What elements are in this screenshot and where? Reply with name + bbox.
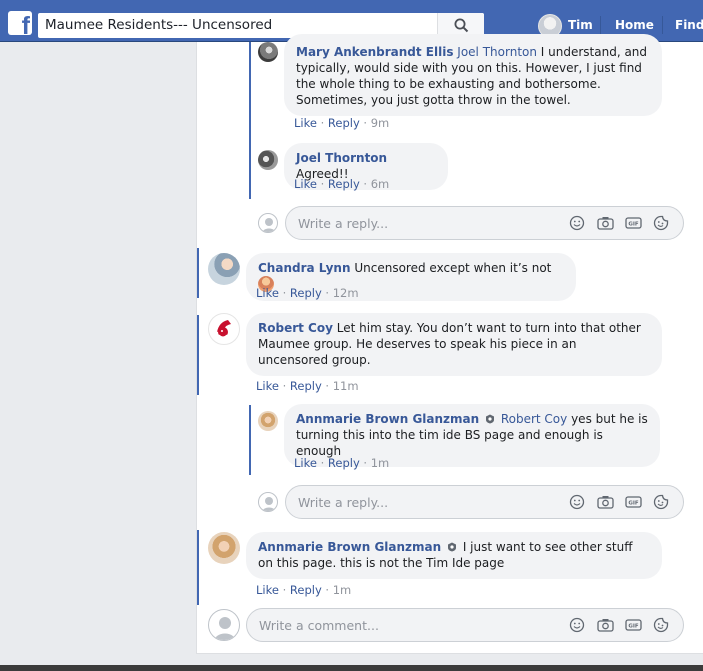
comment-bubble: Annmarie Brown Glanzman I just want to s… [246, 532, 662, 579]
sticker-icon[interactable] [653, 617, 669, 633]
search-input-value: Maumee Residents--- Uncensored [45, 17, 273, 33]
find-friends-link[interactable]: Find [675, 18, 703, 32]
comment-mention[interactable]: Joel Thornton [457, 45, 537, 59]
comment-author[interactable]: Annmarie Brown Glanzman [258, 540, 441, 554]
comment-author[interactable]: Joel Thornton [296, 151, 387, 165]
comment-timestamp[interactable]: 12m [333, 286, 359, 300]
comment-actions: Like · Reply · 6m [294, 177, 390, 191]
reply-link[interactable]: Reply [290, 286, 322, 300]
svg-text:GIF: GIF [628, 501, 639, 507]
reply-input[interactable]: Write a reply... GIF [285, 206, 684, 240]
gif-icon[interactable]: GIF [625, 617, 642, 633]
reply-link[interactable]: Reply [290, 379, 322, 393]
nav-divider [662, 16, 663, 34]
like-link[interactable]: Like [294, 116, 317, 130]
reply-link[interactable]: Reply [290, 583, 322, 597]
home-link[interactable]: Home [615, 18, 654, 32]
user-placeholder-icon [214, 617, 236, 640]
profile-link[interactable]: Tim [568, 18, 593, 32]
comment-actions: Like · Reply · 1m [256, 583, 352, 597]
like-link[interactable]: Like [294, 177, 317, 191]
like-link[interactable]: Like [294, 456, 317, 470]
team-logo-icon [217, 320, 231, 338]
admin-badge-icon [448, 542, 456, 552]
user-placeholder-icon [262, 497, 276, 511]
sticker-icon[interactable] [653, 215, 669, 231]
comment-actions: Like · Reply · 9m [294, 116, 390, 130]
avatar [208, 609, 240, 641]
svg-text:GIF: GIF [628, 624, 639, 630]
avatar[interactable] [258, 42, 278, 62]
like-link[interactable]: Like [256, 583, 279, 597]
comment-author[interactable]: Annmarie Brown Glanzman [296, 412, 479, 426]
comment-timestamp[interactable]: 11m [333, 379, 359, 393]
svg-text:GIF: GIF [628, 222, 639, 228]
avatar[interactable] [258, 150, 278, 170]
comment-thread-line [197, 248, 199, 298]
emoji-icon[interactable] [569, 617, 585, 633]
comment-text: Uncensored except when it’s not [354, 261, 552, 275]
comment-placeholder: Write a comment... [259, 618, 379, 633]
reply-link[interactable]: Reply [328, 177, 360, 191]
comment-bubble: Robert Coy Let him stay. You don’t want … [246, 313, 662, 376]
reply-input[interactable]: Write a reply... GIF [285, 485, 684, 519]
avatar[interactable] [258, 411, 278, 431]
search-icon [454, 18, 469, 33]
gif-icon[interactable]: GIF [625, 494, 642, 510]
comment-author[interactable]: Mary Ankenbrandt Ellis [296, 45, 453, 59]
comment-thread-line [197, 530, 199, 605]
sticker-icon[interactable] [653, 494, 669, 510]
reply-link[interactable]: Reply [328, 116, 360, 130]
avatar[interactable] [208, 253, 240, 285]
comment-input[interactable]: Write a comment... GIF [246, 608, 684, 642]
comment-author[interactable]: Robert Coy [258, 321, 333, 335]
user-placeholder-icon [262, 218, 276, 232]
comment-author[interactable]: Chandra Lynn [258, 261, 351, 275]
reply-bubble: Mary Ankenbrandt Ellis Joel Thornton I u… [284, 34, 662, 116]
comment-timestamp[interactable]: 1m [333, 583, 352, 597]
comment-timestamp[interactable]: 9m [371, 116, 390, 130]
reply-placeholder: Write a reply... [298, 495, 389, 510]
camera-icon[interactable] [597, 494, 614, 510]
camera-icon[interactable] [597, 215, 614, 231]
emoji-icon[interactable] [569, 494, 585, 510]
reply-thread-line [249, 42, 251, 199]
emoji-icon[interactable] [569, 215, 585, 231]
comment-timestamp[interactable]: 6m [371, 177, 390, 191]
avatar[interactable] [208, 532, 240, 564]
like-link[interactable]: Like [256, 286, 279, 300]
comment-actions: Like · Reply · 12m [256, 286, 359, 300]
gif-icon[interactable]: GIF [625, 215, 642, 231]
comment-timestamp[interactable]: 1m [371, 456, 390, 470]
admin-badge-icon [486, 414, 494, 424]
avatar [258, 492, 278, 512]
reply-thread-line [249, 405, 251, 475]
window-edge [0, 665, 703, 671]
facebook-logo-icon[interactable]: f [8, 11, 32, 35]
avatar [258, 213, 278, 233]
avatar[interactable] [208, 313, 240, 345]
comment-actions: Like · Reply · 11m [256, 379, 359, 393]
nav-divider [600, 16, 601, 34]
reply-link[interactable]: Reply [328, 456, 360, 470]
comment-mention[interactable]: Robert Coy [501, 412, 567, 426]
camera-icon[interactable] [597, 617, 614, 633]
comment-actions: Like · Reply · 1m [294, 456, 390, 470]
comment-thread-line [197, 315, 199, 395]
like-link[interactable]: Like [256, 379, 279, 393]
reply-placeholder: Write a reply... [298, 216, 389, 231]
